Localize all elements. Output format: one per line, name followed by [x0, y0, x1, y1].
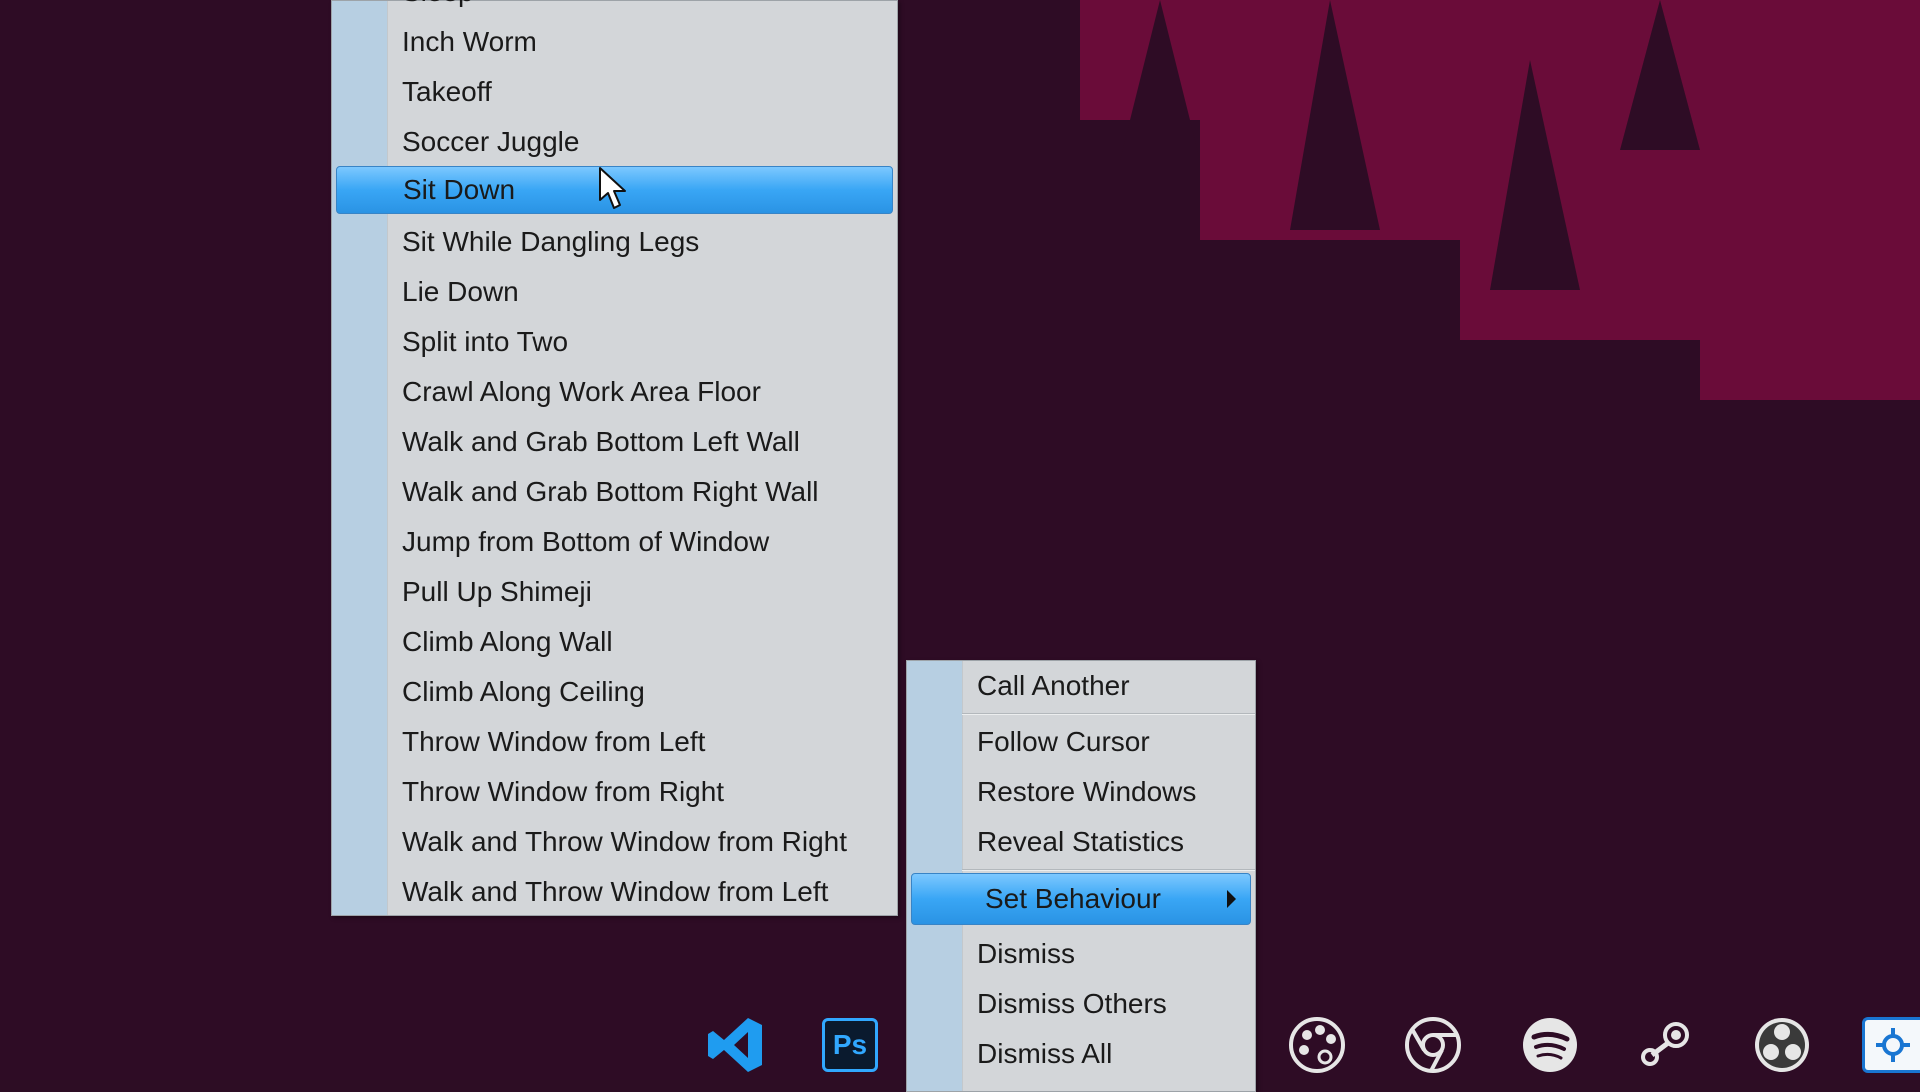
photoshop-icon[interactable]: Ps	[815, 1010, 885, 1080]
menu-item-walk-grab-bottom-right-wall[interactable]: Walk and Grab Bottom Right Wall	[332, 467, 897, 517]
menu-item-climb-along-wall[interactable]: Climb Along Wall	[332, 617, 897, 667]
menu-separator	[962, 713, 1255, 715]
menu-item-inch-worm[interactable]: Inch Worm	[332, 17, 897, 67]
menu-item-sit-while-dangling-legs[interactable]: Sit While Dangling Legs	[332, 217, 897, 267]
menu-separator	[962, 869, 1255, 871]
menu-item-crawl-along-work-area-floor[interactable]: Crawl Along Work Area Floor	[332, 367, 897, 417]
menu-item-walk-throw-window-from-left[interactable]: Walk and Throw Window from Left	[332, 867, 897, 917]
steam-icon[interactable]	[1631, 1010, 1701, 1080]
vscode-icon[interactable]	[700, 1010, 770, 1080]
menu-item-split-into-two[interactable]: Split into Two	[332, 317, 897, 367]
chrome-icon[interactable]	[1398, 1010, 1468, 1080]
spotify-icon[interactable]	[1515, 1010, 1585, 1080]
menu-item-dismiss-all[interactable]: Dismiss All	[907, 1029, 1255, 1079]
palette-icon[interactable]	[1282, 1010, 1352, 1080]
gear-icon	[1876, 1028, 1910, 1062]
set-behaviour-label: Set Behaviour	[985, 883, 1161, 914]
menu-item-follow-cursor[interactable]: Follow Cursor	[907, 717, 1255, 767]
menu-item-reveal-statistics[interactable]: Reveal Statistics	[907, 817, 1255, 867]
menu-item-walk-throw-window-from-right[interactable]: Walk and Throw Window from Right	[332, 817, 897, 867]
menu-item-sleep[interactable]: Sleep	[332, 0, 897, 17]
menu-item-walk-grab-bottom-left-wall[interactable]: Walk and Grab Bottom Left Wall	[332, 417, 897, 467]
menu-item-climb-along-ceiling[interactable]: Climb Along Ceiling	[332, 667, 897, 717]
photoshop-label: Ps	[822, 1018, 878, 1072]
mouse-cursor-icon	[599, 167, 626, 209]
menu-item-lie-down[interactable]: Lie Down	[332, 267, 897, 317]
menu-item-throw-window-from-right[interactable]: Throw Window from Right	[332, 767, 897, 817]
menu-item-jump-from-bottom-of-window[interactable]: Jump from Bottom of Window	[332, 517, 897, 567]
behaviour-submenu: Sleep Inch Worm Takeoff Soccer Juggle Si…	[331, 0, 898, 916]
menu-item-dismiss[interactable]: Dismiss	[907, 929, 1255, 979]
menu-item-takeoff[interactable]: Takeoff	[332, 67, 897, 117]
menu-item-set-behaviour[interactable]: Set Behaviour	[911, 873, 1251, 925]
settings-app-icon[interactable]	[1862, 1010, 1920, 1080]
menu-item-dismiss-others[interactable]: Dismiss Others	[907, 979, 1255, 1029]
menu-item-call-another[interactable]: Call Another	[907, 661, 1255, 711]
menu-item-soccer-juggle[interactable]: Soccer Juggle	[332, 117, 897, 167]
menu-item-restore-windows[interactable]: Restore Windows	[907, 767, 1255, 817]
submenu-arrow-icon	[1227, 890, 1236, 908]
menu-item-pull-up-shimeji[interactable]: Pull Up Shimeji	[332, 567, 897, 617]
shimeji-context-menu: Call Another Follow Cursor Restore Windo…	[906, 660, 1256, 1092]
obs-icon[interactable]	[1747, 1010, 1817, 1080]
menu-item-throw-window-from-left[interactable]: Throw Window from Left	[332, 717, 897, 767]
